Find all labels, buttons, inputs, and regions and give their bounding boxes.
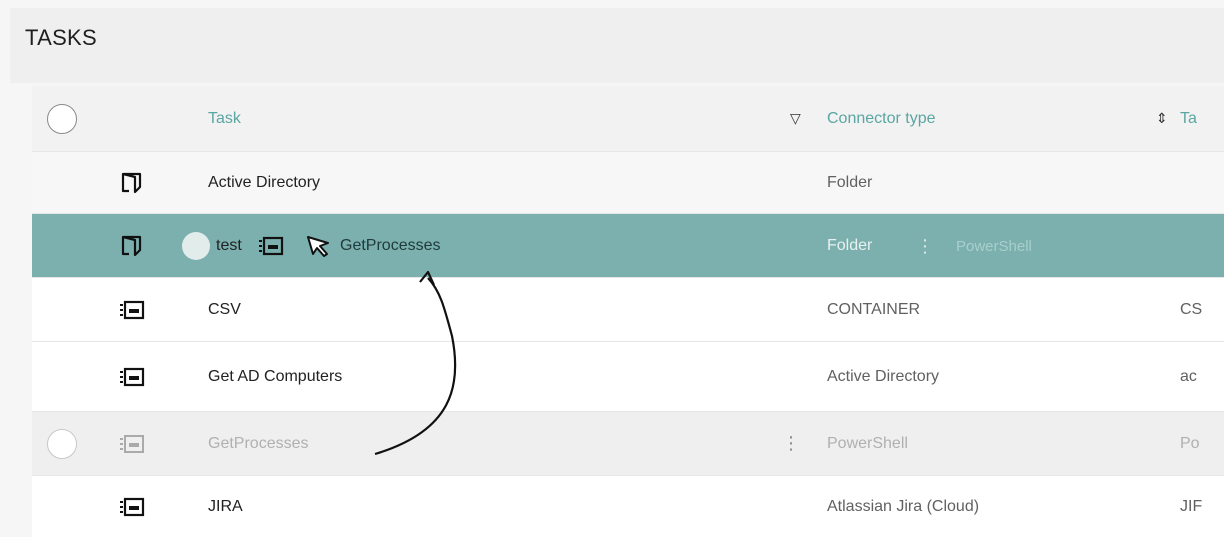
connector-type: Folder [827, 236, 873, 254]
table-row-dragging[interactable]: GetProcesses ⋮ PowerShell Po [32, 412, 1224, 476]
table-header: Task ▽ Connector type ⇕ Ta [32, 86, 1224, 152]
task-icon [112, 412, 152, 475]
tasks-page: TASKS Task ▽ Connector type ⇕ Ta Active … [0, 0, 1224, 537]
drag-ghost-menu-icon: ⋮ [916, 235, 934, 256]
connector-type: Active Directory [827, 367, 940, 385]
page-header [10, 8, 1224, 83]
table-row[interactable]: CSV CONTAINER CS [32, 278, 1224, 342]
target-value: Po [1180, 434, 1200, 452]
task-name[interactable]: test [216, 214, 242, 277]
task-icon [112, 278, 152, 341]
row-checkbox[interactable] [42, 412, 82, 475]
connector-type: Folder [827, 173, 873, 191]
sort-desc-icon[interactable]: ▽ [790, 86, 801, 151]
column-header-task[interactable]: Task [208, 86, 241, 151]
table-row[interactable]: Get AD Computers Active Directory ac [32, 342, 1224, 412]
row-menu-icon[interactable]: ⋮ [782, 412, 800, 475]
task-name[interactable]: Active Directory [208, 152, 320, 213]
drag-ghost-task-icon [258, 214, 284, 278]
cursor-arrow-icon [306, 214, 332, 278]
tasks-table: Task ▽ Connector type ⇕ Ta Active Direct… [32, 86, 1224, 537]
task-name[interactable]: JIRA [208, 476, 243, 537]
folder-icon [112, 152, 152, 213]
folder-icon [112, 214, 152, 277]
column-header-connector-type[interactable]: Connector type [827, 86, 936, 151]
task-name[interactable]: GetProcesses [208, 412, 308, 475]
target-value: JIF [1180, 497, 1203, 515]
task-icon [112, 476, 152, 537]
page-title: TASKS [25, 25, 98, 50]
column-header-target[interactable]: Ta [1180, 86, 1197, 151]
table-row[interactable]: Active Directory Folder [32, 152, 1224, 214]
task-name[interactable]: CSV [208, 278, 241, 341]
task-icon [112, 342, 152, 411]
target-value: ac [1180, 367, 1197, 385]
connector-type: Atlassian Jira (Cloud) [827, 497, 980, 515]
connector-type: CONTAINER [827, 300, 921, 318]
task-name[interactable]: Get AD Computers [208, 342, 342, 411]
sort-both-icon[interactable]: ⇕ [1156, 86, 1168, 151]
drag-handle-ghost [182, 232, 210, 260]
drag-ghost-label: GetProcesses [340, 237, 441, 254]
select-all-checkbox[interactable] [42, 86, 82, 151]
connector-type: PowerShell [827, 434, 908, 452]
drag-ghost-connector: PowerShell [956, 237, 1032, 255]
table-row[interactable]: JIRA Atlassian Jira (Cloud) JIF [32, 476, 1224, 537]
table-row-drop-target[interactable]: test Folder [32, 214, 1224, 278]
target-value: CS [1180, 300, 1203, 318]
